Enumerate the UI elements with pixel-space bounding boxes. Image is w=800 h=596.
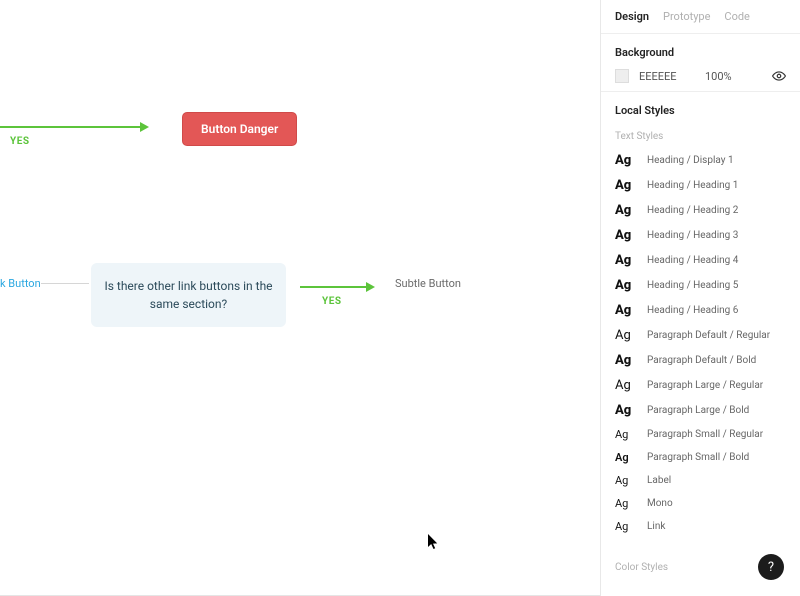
text-style-item[interactable]: Ag Heading / Heading 4 <box>615 248 786 273</box>
text-style-name: Heading / Display 1 <box>647 155 734 166</box>
text-style-name: Label <box>647 475 671 486</box>
properties-panel: Design Prototype Code Background EEEEEE … <box>600 0 800 596</box>
text-styles-subhead: Text Styles <box>601 127 800 148</box>
decision-box-text: Is there other link buttons in the same … <box>103 277 274 313</box>
design-canvas[interactable]: YES Button Danger k Button Is there othe… <box>0 0 600 596</box>
help-button[interactable]: ? <box>758 554 784 580</box>
text-style-item[interactable]: Ag Mono <box>615 492 786 515</box>
text-style-preview: Ag <box>615 228 637 243</box>
text-style-name: Heading / Heading 5 <box>647 280 738 291</box>
text-style-preview: Ag <box>615 474 637 487</box>
arrow-yes-top-label: YES <box>10 136 29 147</box>
local-styles-section: Local Styles <box>601 92 800 117</box>
scrollbar[interactable] <box>600 212 601 588</box>
text-style-preview: Ag <box>615 278 637 293</box>
text-style-name: Paragraph Large / Bold <box>647 405 749 416</box>
tab-prototype[interactable]: Prototype <box>663 10 710 23</box>
arrow-yes-top: YES <box>0 122 149 132</box>
background-swatch[interactable] <box>615 69 629 83</box>
text-style-preview: Ag <box>615 428 637 441</box>
text-style-item[interactable]: Ag Label <box>615 469 786 492</box>
text-style-name: Paragraph Large / Regular <box>647 380 763 391</box>
background-hex[interactable]: EEEEEE <box>639 70 695 83</box>
button-danger[interactable]: Button Danger <box>182 112 297 146</box>
cursor-icon <box>428 534 440 554</box>
text-style-name: Heading / Heading 1 <box>647 180 738 191</box>
text-style-preview: Ag <box>615 451 637 464</box>
text-style-name: Paragraph Small / Bold <box>647 452 749 463</box>
text-style-name: Link <box>647 521 665 532</box>
text-style-preview: Ag <box>615 520 637 533</box>
help-icon: ? <box>768 560 774 575</box>
text-style-preview: Ag <box>615 153 637 168</box>
visibility-toggle-icon[interactable] <box>772 69 786 83</box>
text-style-item[interactable]: Ag Heading / Heading 1 <box>615 173 786 198</box>
background-row[interactable]: EEEEEE 100% <box>615 69 786 83</box>
text-style-item[interactable]: Ag Paragraph Default / Bold <box>615 348 786 373</box>
text-style-preview: Ag <box>615 253 637 268</box>
background-opacity[interactable]: 100% <box>705 70 745 83</box>
text-style-item[interactable]: Ag Paragraph Large / Regular <box>615 373 786 398</box>
text-style-name: Mono <box>647 498 673 509</box>
tab-design[interactable]: Design <box>615 10 649 23</box>
tab-code[interactable]: Code <box>724 10 749 23</box>
text-style-preview: Ag <box>615 303 637 318</box>
text-style-name: Heading / Heading 2 <box>647 205 738 216</box>
text-style-preview: Ag <box>615 328 637 343</box>
text-style-preview: Ag <box>615 178 637 193</box>
text-style-item[interactable]: Ag Heading / Heading 6 <box>615 298 786 323</box>
text-style-item[interactable]: Ag Heading / Display 1 <box>615 148 786 173</box>
text-style-name: Heading / Heading 3 <box>647 230 738 241</box>
text-style-preview: Ag <box>615 203 637 218</box>
background-section: Background EEEEEE 100% <box>601 34 800 91</box>
text-style-name: Paragraph Default / Bold <box>647 355 756 366</box>
text-style-name: Paragraph Default / Regular <box>647 330 770 341</box>
text-style-name: Heading / Heading 6 <box>647 305 738 316</box>
text-style-item[interactable]: Ag Paragraph Small / Bold <box>615 446 786 469</box>
text-style-preview: Ag <box>615 403 637 418</box>
text-style-item[interactable]: Ag Paragraph Default / Regular <box>615 323 786 348</box>
subtle-button-node[interactable]: Subtle Button <box>395 277 461 290</box>
text-style-name: Heading / Heading 4 <box>647 255 738 266</box>
text-style-preview: Ag <box>615 353 637 368</box>
text-style-item[interactable]: Ag Paragraph Large / Bold <box>615 398 786 423</box>
background-title: Background <box>615 46 786 59</box>
text-style-item[interactable]: Ag Link <box>615 515 786 538</box>
connector-line <box>41 283 89 284</box>
arrow-yes-mid-label: YES <box>322 296 341 307</box>
link-button-node[interactable]: k Button <box>0 277 41 290</box>
text-style-item[interactable]: Ag Heading / Heading 3 <box>615 223 786 248</box>
text-style-name: Paragraph Small / Regular <box>647 429 763 440</box>
decision-box[interactable]: Is there other link buttons in the same … <box>91 263 286 327</box>
local-styles-title: Local Styles <box>615 104 786 117</box>
text-style-preview: Ag <box>615 378 637 393</box>
text-styles-list: Ag Heading / Display 1 Ag Heading / Heading… <box>601 148 800 558</box>
text-style-preview: Ag <box>615 497 637 510</box>
panel-tabs: Design Prototype Code <box>601 0 800 33</box>
arrow-yes-mid: YES <box>300 282 375 292</box>
text-style-item[interactable]: Ag Heading / Heading 2 <box>615 198 786 223</box>
text-style-item[interactable]: Ag Heading / Heading 5 <box>615 273 786 298</box>
text-style-item[interactable]: Ag Paragraph Small / Regular <box>615 423 786 446</box>
